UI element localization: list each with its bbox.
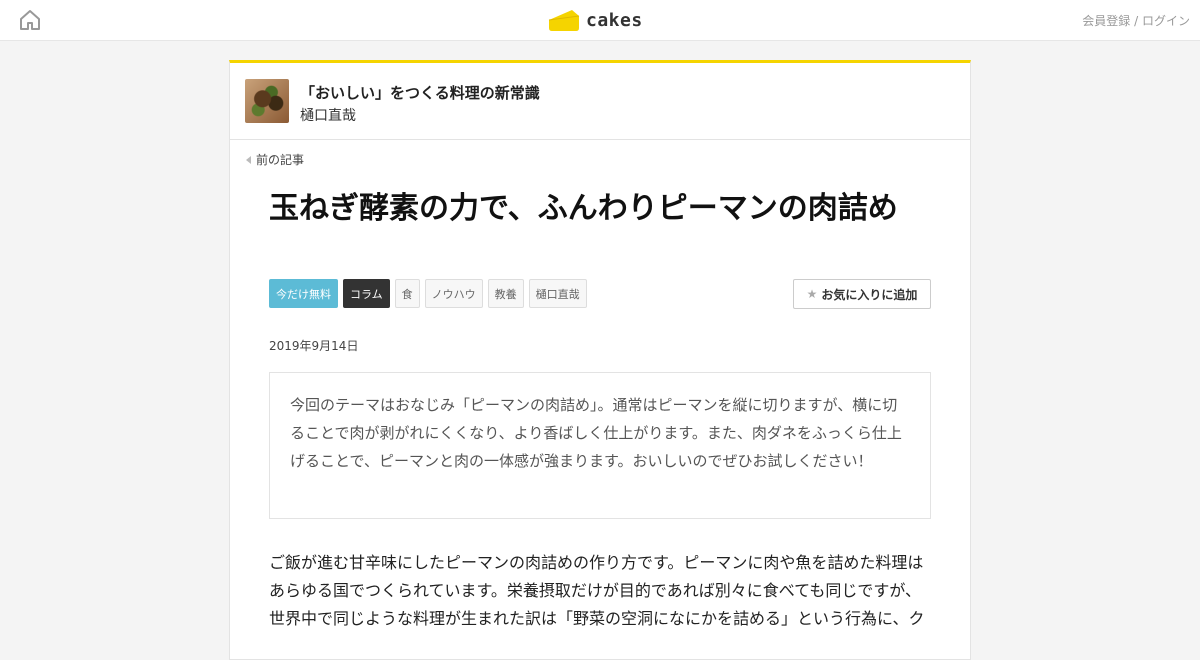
auth-links: 会員登録 / ログイン (1082, 12, 1190, 29)
publish-date: 2019年9月14日 (269, 339, 359, 353)
series-author[interactable]: 樋口直哉 (300, 105, 356, 125)
register-link[interactable]: 会員登録 (1082, 14, 1130, 28)
article-body: ご飯が進む甘辛味にしたピーマンの肉詰めの作り方です。ピーマンに肉や魚を詰めた料理… (269, 553, 925, 628)
lead-box: 今回のテーマはおなじみ「ピーマンの肉詰め」。通常はピーマンを縦に切りますが、横に… (269, 372, 931, 519)
add-favorite-button[interactable]: ★ お気に入りに追加 (793, 279, 931, 309)
tag-author[interactable]: 樋口直哉 (528, 279, 587, 308)
series-title[interactable]: 「おいしい」をつくる料理の新常識 (300, 82, 540, 103)
tag-list: 今だけ無料 コラム 食 ノウハウ 教養 樋口直哉 (269, 279, 592, 308)
series-header: 「おいしい」をつくる料理の新常識 樋口直哉 (230, 63, 970, 140)
cakes-logo[interactable]: cakes (548, 7, 643, 33)
prev-article-label: 前の記事 (256, 153, 305, 167)
article-card: 「おいしい」をつくる料理の新常識 樋口直哉 前の記事 玉ねぎ酵素の力で、ふんわり… (229, 60, 971, 660)
tag-knowhow[interactable]: ノウハウ (424, 279, 483, 308)
tag-column[interactable]: コラム (343, 279, 390, 308)
tag-food[interactable]: 食 (394, 279, 420, 308)
login-link[interactable]: ログイン (1142, 14, 1190, 28)
logo-text: cakes (586, 9, 643, 31)
auth-separator: / (1130, 14, 1142, 28)
home-icon[interactable] (18, 8, 42, 32)
series-thumbnail[interactable] (245, 79, 289, 123)
article-title: 玉ねぎ酵素の力で、ふんわりピーマンの肉詰め (269, 191, 898, 226)
tag-culture[interactable]: 教養 (487, 279, 524, 308)
tag-free[interactable]: 今だけ無料 (269, 279, 338, 308)
cake-logo-icon (548, 10, 580, 31)
prev-article-link[interactable]: 前の記事 (246, 151, 304, 168)
star-icon: ★ (806, 287, 818, 301)
top-bar: cakes 会員登録 / ログイン (0, 0, 1200, 41)
add-favorite-label: お気に入りに追加 (821, 287, 918, 302)
chevron-left-icon (246, 155, 251, 164)
